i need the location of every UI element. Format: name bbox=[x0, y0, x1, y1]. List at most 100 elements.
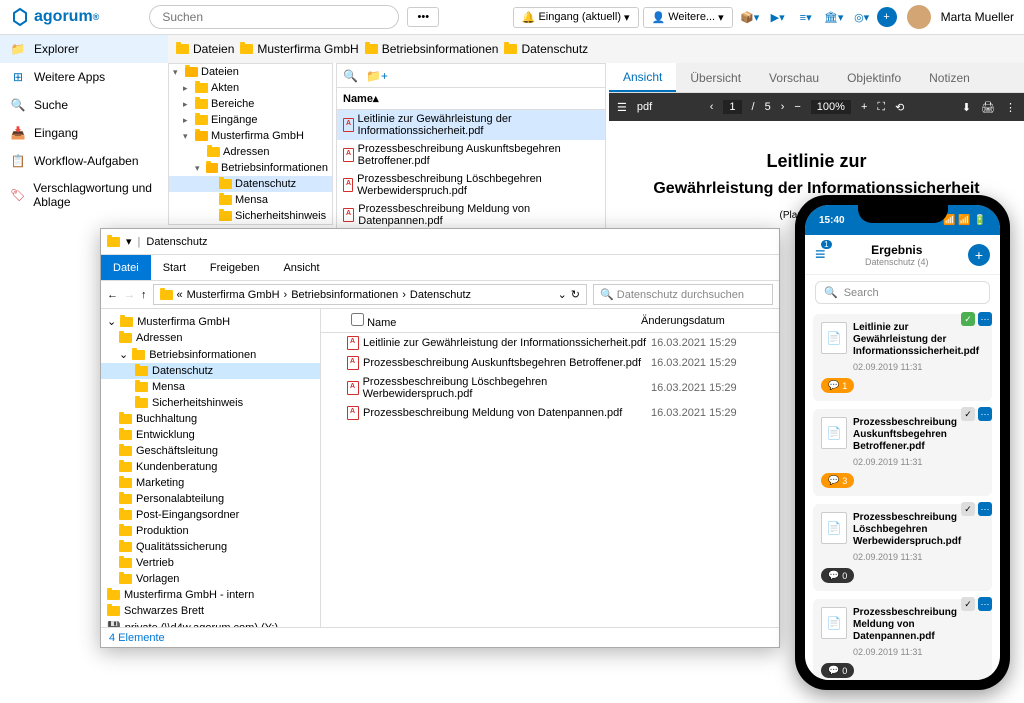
pdf-more-icon[interactable]: ⋮ bbox=[1005, 101, 1016, 114]
tree-item[interactable]: ▸Eingänge bbox=[169, 112, 332, 128]
explorer-search-input[interactable]: 🔍 Datenschutz durchsuchen bbox=[593, 284, 773, 305]
action-3-icon[interactable]: ≡▾ bbox=[793, 7, 819, 27]
search-icon[interactable]: 🔍 bbox=[343, 69, 358, 83]
tree-item[interactable]: Vorlagen bbox=[101, 571, 320, 587]
menu-view[interactable]: Ansicht bbox=[271, 255, 331, 280]
tree-root[interactable]: ⌄ Musterfirma GmbH bbox=[101, 313, 320, 330]
more-icon[interactable]: ⋯ bbox=[978, 502, 992, 516]
tree-item[interactable]: ▸Akten bbox=[169, 80, 332, 96]
tree-item[interactable]: ▸Bereiche bbox=[169, 96, 332, 112]
inbox-button[interactable]: 🔔 Eingang (aktuell) ▾ bbox=[513, 7, 639, 28]
nav-back-icon[interactable]: ← bbox=[107, 289, 118, 301]
phone-add-button[interactable]: + bbox=[968, 244, 990, 266]
tree-drive[interactable]: 💾 private (\\d4w.agorum.com) (Y:) bbox=[101, 619, 320, 627]
tree-item[interactable]: ⌄ Betriebsinformationen bbox=[101, 346, 320, 363]
global-search-input[interactable] bbox=[149, 5, 399, 29]
tab-preview[interactable]: Vorschau bbox=[755, 63, 833, 92]
breadcrumb-item[interactable]: Musterfirma GmbH bbox=[240, 42, 358, 56]
more-icon[interactable]: ⋯ bbox=[978, 407, 992, 421]
file-row[interactable]: Leitlinie zur Gewährleistung der Informa… bbox=[321, 333, 779, 353]
tree-item[interactable]: Entwicklung bbox=[101, 427, 320, 443]
tree-item[interactable]: Sicherheitshinweis bbox=[169, 208, 332, 224]
nav-inbox[interactable]: 📥Eingang bbox=[0, 119, 168, 147]
pdf-zoom-out[interactable]: − bbox=[794, 101, 800, 113]
tree-item[interactable]: ▾Dateien bbox=[169, 64, 332, 80]
nav-explorer[interactable]: 📁Explorer bbox=[0, 35, 168, 63]
phone-search-input[interactable]: 🔍 Search bbox=[815, 281, 990, 304]
tree-item[interactable]: Geschäftsleitung bbox=[101, 443, 320, 459]
result-card[interactable]: ✓⋯ 📄Prozessbeschreibung Löschbegehren We… bbox=[813, 504, 992, 591]
comment-badge[interactable]: 💬 0 bbox=[821, 663, 854, 678]
file-row[interactable]: Prozessbeschreibung Auskunftsbegehren Be… bbox=[337, 140, 605, 170]
nav-apps[interactable]: ⊞Weitere Apps bbox=[0, 63, 168, 91]
pdf-page-back[interactable]: ‹ bbox=[710, 101, 714, 113]
action-4-icon[interactable]: 🏛▾ bbox=[821, 7, 847, 27]
pdf-menu-icon[interactable]: ☰ bbox=[617, 101, 627, 114]
file-row[interactable]: Prozessbeschreibung Meldung von Datenpan… bbox=[337, 200, 605, 230]
window-titlebar[interactable]: ▾ | Datenschutz bbox=[101, 229, 779, 255]
tree-item[interactable]: Musterfirma GmbH - intern bbox=[101, 587, 320, 603]
check-icon[interactable]: ✓ bbox=[961, 502, 975, 516]
back-button[interactable]: ≡1 bbox=[815, 244, 826, 265]
check-icon[interactable]: ✓ bbox=[961, 597, 975, 611]
col-name[interactable]: Name bbox=[321, 313, 641, 329]
nav-workflow[interactable]: 📋Workflow-Aufgaben bbox=[0, 147, 168, 175]
tab-notes[interactable]: Notizen bbox=[915, 63, 984, 92]
nav-tagging[interactable]: 🏷Verschlagwortung und Ablage bbox=[0, 175, 168, 215]
pdf-rotate-icon[interactable]: ⟲ bbox=[895, 101, 904, 114]
pdf-fit-icon[interactable]: ⛶ bbox=[877, 101, 885, 114]
tree-item[interactable]: Mensa bbox=[169, 192, 332, 208]
user-avatar[interactable] bbox=[907, 5, 931, 29]
result-card[interactable]: ✓⋯ 📄Prozessbeschreibung Auskunftsbegehre… bbox=[813, 409, 992, 496]
action-5-icon[interactable]: ◎▾ bbox=[849, 7, 875, 27]
pdf-page-current[interactable]: 1 bbox=[723, 100, 741, 114]
tree-item[interactable]: Produktion bbox=[101, 523, 320, 539]
search-options-button[interactable]: ••• bbox=[407, 7, 439, 27]
tree-item[interactable]: Marketing bbox=[101, 475, 320, 491]
tree-item[interactable]: Personalabteilung bbox=[101, 491, 320, 507]
comment-badge[interactable]: 💬 0 bbox=[821, 568, 854, 583]
menu-share[interactable]: Freigeben bbox=[198, 255, 272, 280]
add-folder-icon[interactable]: 📁+ bbox=[366, 69, 388, 83]
collapse-icon[interactable]: ▾ bbox=[183, 131, 192, 142]
file-column-header[interactable]: Name ▴ bbox=[337, 88, 605, 110]
result-card[interactable]: ✓⋯ 📄Leitlinie zur Gewährleistung der Inf… bbox=[813, 314, 992, 401]
address-bar[interactable]: « Musterfirma GmbH› Betriebsinformatione… bbox=[153, 284, 588, 305]
expand-icon[interactable]: ▸ bbox=[183, 83, 192, 94]
tab-view[interactable]: Ansicht bbox=[609, 63, 676, 92]
pdf-zoom-in[interactable]: + bbox=[861, 101, 867, 113]
collapse-icon[interactable]: ▾ bbox=[173, 67, 182, 78]
tree-item[interactable]: ▾Musterfirma GmbH bbox=[169, 128, 332, 144]
tree-item[interactable]: ▾Betriebsinformationen bbox=[169, 160, 332, 176]
select-all-checkbox[interactable] bbox=[351, 313, 364, 326]
breadcrumb-item[interactable]: Datenschutz bbox=[504, 42, 588, 56]
tree-item-selected[interactable]: Datenschutz bbox=[169, 176, 332, 192]
pdf-print-icon[interactable]: 🖨 bbox=[981, 101, 995, 114]
expand-icon[interactable]: ▸ bbox=[183, 115, 192, 126]
check-icon[interactable]: ✓ bbox=[961, 407, 975, 421]
add-button[interactable]: + bbox=[877, 7, 897, 27]
tree-item[interactable]: Kundenberatung bbox=[101, 459, 320, 475]
tree-item-selected[interactable]: Datenschutz bbox=[101, 363, 320, 379]
nav-forward-icon[interactable]: → bbox=[124, 289, 135, 301]
more-button[interactable]: 👤 Weitere... ▾ bbox=[643, 7, 733, 28]
tree-item[interactable]: Adressen bbox=[101, 330, 320, 346]
collapse-icon[interactable]: ▾ bbox=[195, 163, 203, 174]
file-row[interactable]: Prozessbeschreibung Auskunftsbegehren Be… bbox=[321, 353, 779, 373]
col-date[interactable]: Änderungsdatum bbox=[641, 315, 779, 327]
comment-badge[interactable]: 💬 1 bbox=[821, 378, 854, 393]
tree-item[interactable]: Sicherheitshinweis bbox=[101, 395, 320, 411]
menu-start[interactable]: Start bbox=[151, 255, 198, 280]
tree-item[interactable]: Vertrieb bbox=[101, 555, 320, 571]
more-icon[interactable]: ⋯ bbox=[978, 312, 992, 326]
pdf-download-icon[interactable]: ⬇ bbox=[962, 101, 971, 114]
brand-logo[interactable]: agorum® bbox=[10, 7, 99, 27]
more-icon[interactable]: ⋯ bbox=[978, 597, 992, 611]
file-row[interactable]: Prozessbeschreibung Meldung von Datenpan… bbox=[321, 403, 779, 423]
action-2-icon[interactable]: ▶▾ bbox=[765, 7, 791, 27]
pdf-page-next[interactable]: › bbox=[781, 101, 785, 113]
tree-item[interactable]: Adressen bbox=[169, 144, 332, 160]
file-row[interactable]: Prozessbeschreibung Löschbegehren Werbew… bbox=[321, 373, 779, 403]
tab-objectinfo[interactable]: Objektinfo bbox=[833, 63, 915, 92]
comment-badge[interactable]: 💬 3 bbox=[821, 473, 854, 488]
